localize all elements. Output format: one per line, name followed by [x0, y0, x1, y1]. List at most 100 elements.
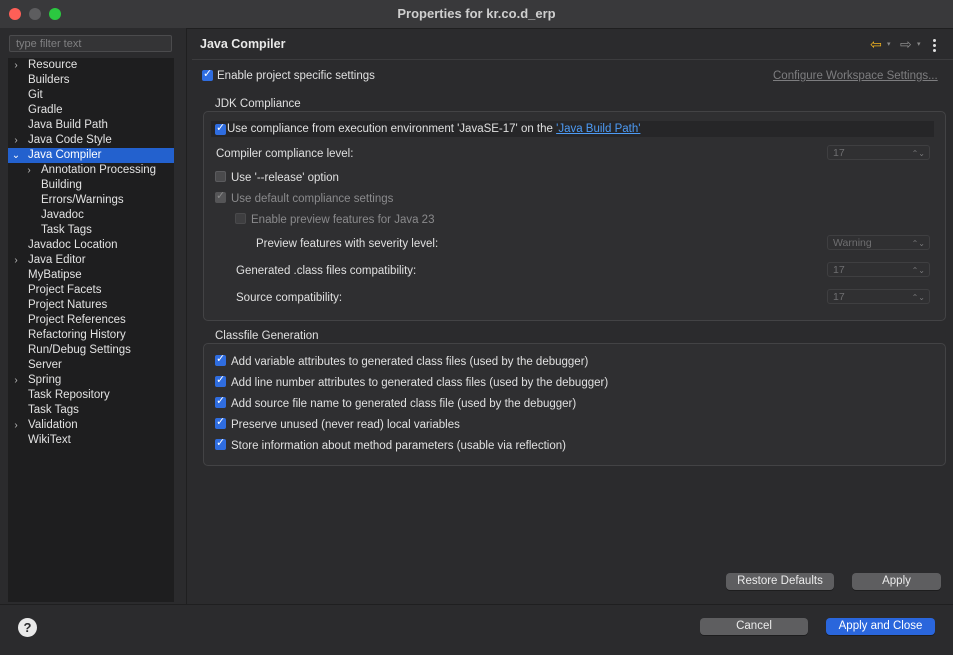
tree-item[interactable]: Git — [8, 88, 174, 103]
configure-workspace-link[interactable]: Configure Workspace Settings... — [773, 70, 938, 82]
chevron-right-icon[interactable]: › — [11, 253, 21, 268]
tree-item[interactable]: › Annotation Processing — [8, 163, 174, 178]
help-icon[interactable]: ? — [18, 618, 37, 637]
use-env-compliance-checkbox[interactable] — [215, 121, 226, 135]
classfile-option-label: Store information about method parameter… — [231, 440, 566, 452]
default-compliance-label: Use default compliance settings — [231, 193, 394, 205]
select-chevron-icon: ⌃⌄ — [911, 266, 925, 275]
tree-item[interactable]: Project Facets — [8, 283, 174, 298]
preview-features-label: Enable preview features for Java 23 — [251, 214, 435, 226]
tree-item[interactable]: Project Natures — [8, 298, 174, 313]
classfile-option-label: Add line number attributes to generated … — [231, 377, 609, 389]
release-option-checkbox[interactable] — [215, 171, 226, 182]
tree-item-label: Run/Debug Settings — [28, 344, 131, 356]
tree-item[interactable]: › Java Code Style — [8, 133, 174, 148]
tree-item-label: MyBatipse — [28, 269, 82, 281]
tree-item[interactable]: Refactoring History — [8, 328, 174, 343]
use-env-compliance-label: Use compliance from execution environmen… — [227, 123, 641, 135]
tree-item[interactable]: › Spring — [8, 373, 174, 388]
tree-item-label: Java Code Style — [28, 134, 112, 146]
tree-item-label: Java Compiler — [28, 149, 102, 161]
tree-item[interactable]: Javadoc — [8, 208, 174, 223]
property-tree: › Resource Builders Git Gradle Java Build Pat… — [8, 58, 174, 602]
jdk-compliance-title: JDK Compliance — [215, 98, 301, 110]
forward-arrow-icon[interactable]: ⇨ — [900, 36, 912, 53]
tree-item-label: Annotation Processing — [41, 164, 157, 176]
tree-item[interactable]: WikiText — [8, 433, 174, 448]
chevron-right-icon[interactable]: › — [11, 133, 21, 148]
preview-features-checkbox[interactable] — [235, 213, 246, 224]
chevron-down-icon[interactable]: ⌄ — [11, 148, 21, 163]
tree-item[interactable]: Task Repository — [8, 388, 174, 403]
footer-divider — [0, 604, 953, 605]
compliance-level-value: 17 — [833, 147, 845, 159]
tree-item-label: Project Facets — [28, 284, 102, 296]
tree-item-label: Javadoc — [41, 209, 84, 221]
apply-and-close-button[interactable]: Apply and Close — [826, 618, 935, 635]
back-arrow-icon[interactable]: ⇦ — [870, 36, 882, 53]
forward-history-dropdown-icon[interactable]: ▾ — [917, 40, 921, 48]
java-build-path-link[interactable]: 'Java Build Path' — [556, 123, 640, 135]
filter-input[interactable]: type filter text — [9, 35, 172, 52]
classfile-option-checkbox[interactable] — [215, 352, 226, 366]
restore-defaults-button[interactable]: Restore Defaults — [726, 573, 834, 590]
chevron-right-icon[interactable]: › — [11, 418, 21, 433]
tree-item[interactable]: Builders — [8, 73, 174, 88]
tree-item-label: Task Tags — [28, 404, 79, 416]
menu-dots-icon[interactable] — [933, 39, 936, 42]
back-history-dropdown-icon[interactable]: ▾ — [887, 40, 891, 48]
tree-item[interactable]: Javadoc Location — [8, 238, 174, 253]
tree-item-label: Server — [28, 359, 62, 371]
chevron-right-icon[interactable]: › — [24, 163, 34, 178]
tree-item[interactable]: Task Tags — [8, 403, 174, 418]
tree-item[interactable]: Java Build Path — [8, 118, 174, 133]
window-title: Properties for kr.co.d_erp — [397, 6, 556, 21]
generated-compat-select[interactable]: 17 ⌃⌄ — [827, 262, 930, 277]
generated-compat-label: Generated .class files compatibility: — [236, 265, 417, 277]
tree-item[interactable]: Errors/Warnings — [8, 193, 174, 208]
select-chevron-icon: ⌃⌄ — [911, 149, 925, 158]
select-chevron-icon: ⌃⌄ — [911, 293, 925, 302]
tree-item-label: Validation — [28, 419, 78, 431]
tree-item[interactable]: Task Tags — [8, 223, 174, 238]
tree-item-label: Builders — [28, 74, 70, 86]
default-compliance-checkbox[interactable] — [215, 189, 226, 203]
preview-severity-label: Preview features with severity level: — [256, 238, 439, 250]
tree-item-label: Java Editor — [28, 254, 86, 266]
tree-item[interactable]: MyBatipse — [8, 268, 174, 283]
preview-severity-value: Warning — [833, 237, 872, 249]
menu-dots-icon-dot — [933, 44, 936, 47]
source-compat-label: Source compatibility: — [236, 292, 343, 304]
classfile-option-checkbox[interactable] — [215, 415, 226, 429]
compliance-level-select[interactable]: 17 ⌃⌄ — [827, 145, 930, 160]
tree-item[interactable]: › Java Editor — [8, 253, 174, 268]
tree-item[interactable]: Building — [8, 178, 174, 193]
generated-compat-value: 17 — [833, 264, 845, 276]
classfile-option-label: Preserve unused (never read) local varia… — [231, 419, 460, 431]
tree-item[interactable]: ⌄ Java Compiler — [8, 148, 174, 163]
enable-specific-label: Enable project specific settings — [217, 70, 375, 82]
tree-item[interactable]: Project References — [8, 313, 174, 328]
enable-specific-checkbox[interactable] — [202, 67, 213, 81]
source-compat-select[interactable]: 17 ⌃⌄ — [827, 289, 930, 304]
classfile-option-checkbox[interactable] — [215, 373, 226, 387]
tree-item-label: Project References — [28, 314, 126, 326]
tree-item[interactable]: Server — [8, 358, 174, 373]
chevron-right-icon[interactable]: › — [11, 373, 21, 388]
preview-severity-select[interactable]: Warning ⌃⌄ — [827, 235, 930, 250]
tree-item-label: Task Tags — [41, 224, 92, 236]
classfile-option-checkbox[interactable] — [215, 436, 226, 450]
tree-item-label: Git — [28, 89, 43, 101]
tree-item[interactable]: › Resource — [8, 58, 174, 73]
tree-item[interactable]: Gradle — [8, 103, 174, 118]
header-divider — [192, 59, 953, 60]
tree-item[interactable]: Run/Debug Settings — [8, 343, 174, 358]
tree-item-label: Project Natures — [28, 299, 108, 311]
apply-button[interactable]: Apply — [852, 573, 941, 590]
compliance-level-label: Compiler compliance level: — [216, 148, 354, 160]
classfile-option-label: Add variable attributes to generated cla… — [231, 356, 589, 368]
classfile-option-checkbox[interactable] — [215, 394, 226, 408]
chevron-right-icon[interactable]: › — [11, 58, 21, 73]
tree-item[interactable]: › Validation — [8, 418, 174, 433]
cancel-button[interactable]: Cancel — [700, 618, 808, 635]
